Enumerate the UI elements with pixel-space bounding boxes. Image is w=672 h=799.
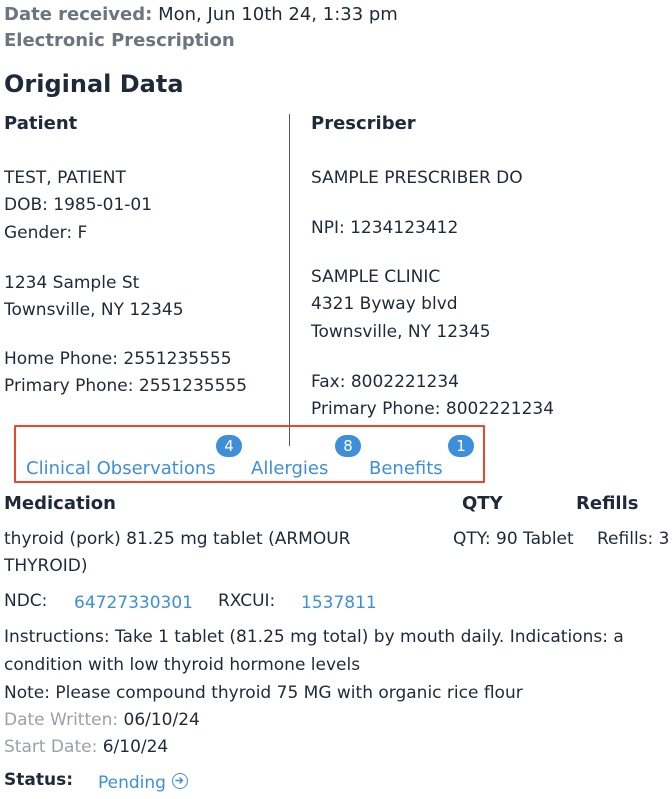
tab-clinical-observations[interactable]: Clinical Observations [26, 458, 216, 479]
date-written-label: Date Written: [4, 710, 119, 730]
arrow-circle-right-icon [171, 773, 188, 789]
ndc-label: NDC: [4, 591, 48, 611]
date-written: Date Written: 06/10/24 [4, 709, 200, 731]
prescriber-address-line2: Townsville, NY 12345 [311, 322, 491, 342]
patient-home-phone: Home Phone: 2551235555 [4, 349, 232, 369]
ndc-link[interactable]: 64727330301 [74, 592, 193, 614]
start-date-label: Start Date: [4, 737, 98, 757]
prescriber-address-line1: 4321 Byway blvd [311, 294, 458, 314]
qty-column-header: QTY [462, 493, 503, 514]
column-divider [289, 114, 290, 446]
instructions-line1: Instructions: Take 1 tablet (81.25 mg to… [4, 627, 624, 647]
allergies-count-badge: 8 [335, 435, 361, 457]
patient-address-line1: 1234 Sample St [4, 273, 140, 293]
rxcui-label: RXCUI: [218, 591, 276, 611]
instructions-line2: condition with low thyroid hormone level… [4, 655, 361, 675]
prescriber-primary-phone: Primary Phone: 8002221234 [311, 399, 555, 419]
medication-refills: Refills: 3 [597, 529, 670, 549]
medication-qty: QTY: 90 Tablet [453, 529, 574, 549]
medication-note: Note: Please compound thyroid 75 MG with… [4, 683, 523, 703]
patient-dob: DOB: 1985-01-01 [4, 195, 153, 215]
date-received-label: Date received: [4, 4, 153, 25]
section-title: Original Data [4, 70, 184, 98]
medication-column-header: Medication [4, 493, 116, 514]
date-received-value: Mon, Jun 10th 24, 1:33 pm [158, 4, 398, 25]
patient-address-line2: Townsville, NY 12345 [4, 300, 184, 320]
status-label: Status: [4, 770, 73, 790]
start-date: Start Date: 6/10/24 [4, 736, 168, 758]
patient-primary-phone: Primary Phone: 2551235555 [4, 376, 248, 396]
prescriber-clinic: SAMPLE CLINIC [311, 267, 441, 287]
medication-name-line2: THYROID) [4, 556, 88, 576]
patient-heading: Patient [4, 113, 78, 134]
rxcui-link[interactable]: 1537811 [301, 592, 377, 614]
prescriber-name: SAMPLE PRESCRIBER DO [311, 168, 523, 188]
refills-column-header: Refills [576, 493, 639, 514]
prescription-type: Electronic Prescription [4, 30, 235, 51]
medication-name-line1: thyroid (pork) 81.25 mg tablet (ARMOUR [4, 529, 351, 549]
prescriber-heading: Prescriber [311, 113, 416, 134]
patient-gender: Gender: F [4, 223, 88, 243]
status-value: Pending [98, 773, 166, 793]
prescriber-npi: NPI: 1234123412 [311, 218, 459, 238]
date-received: Date received: Mon, Jun 10th 24, 1:33 pm [4, 3, 398, 27]
clinical-observations-count-badge: 4 [216, 435, 242, 457]
patient-name: TEST, PATIENT [4, 168, 126, 188]
benefits-count-badge: 1 [448, 435, 474, 457]
start-date-value: 6/10/24 [102, 737, 169, 757]
tab-benefits[interactable]: Benefits [369, 458, 443, 479]
tab-allergies[interactable]: Allergies [251, 458, 328, 479]
date-written-value: 06/10/24 [123, 710, 200, 730]
status-link[interactable]: Pending [98, 772, 188, 794]
prescriber-fax: Fax: 8002221234 [311, 372, 459, 392]
